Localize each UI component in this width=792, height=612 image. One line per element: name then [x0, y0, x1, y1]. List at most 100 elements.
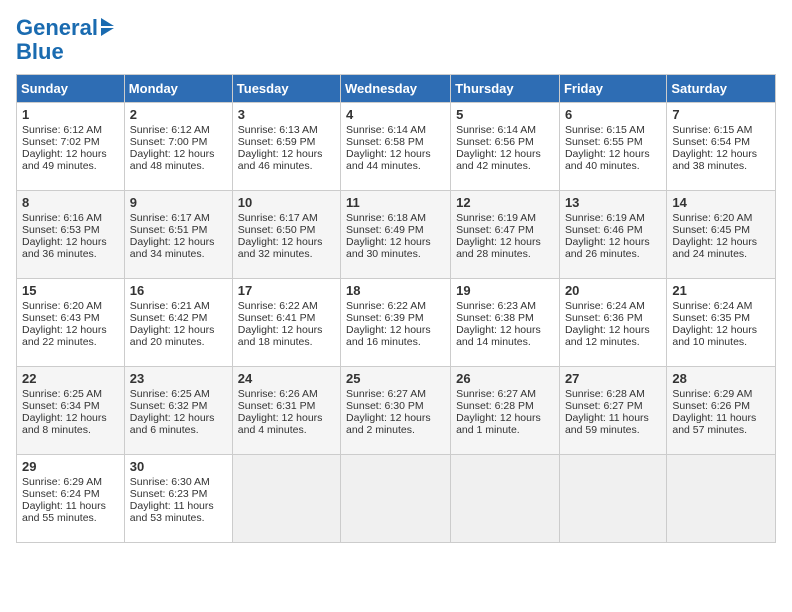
day-number: 27	[565, 371, 661, 386]
calendar-cell: 13 Sunrise: 6:19 AM Sunset: 6:46 PM Dayl…	[559, 191, 666, 279]
sunrise-text: Sunrise: 6:30 AM	[130, 476, 210, 488]
sunset-text: Sunset: 6:31 PM	[238, 400, 316, 412]
sunset-text: Sunset: 6:58 PM	[346, 136, 424, 148]
day-number: 20	[565, 283, 661, 298]
sunset-text: Sunset: 6:43 PM	[22, 312, 100, 324]
sunset-text: Sunset: 6:59 PM	[238, 136, 316, 148]
sunset-text: Sunset: 6:32 PM	[130, 400, 208, 412]
sunset-text: Sunset: 6:54 PM	[672, 136, 750, 148]
calendar-cell: 12 Sunrise: 6:19 AM Sunset: 6:47 PM Dayl…	[451, 191, 560, 279]
day-number: 25	[346, 371, 445, 386]
day-number: 18	[346, 283, 445, 298]
sunset-text: Sunset: 6:34 PM	[22, 400, 100, 412]
daylight-text: Daylight: 11 hours and 57 minutes.	[672, 412, 756, 436]
calendar-cell: 19 Sunrise: 6:23 AM Sunset: 6:38 PM Dayl…	[451, 279, 560, 367]
week-row-4: 22 Sunrise: 6:25 AM Sunset: 6:34 PM Dayl…	[17, 367, 776, 455]
calendar-cell: 15 Sunrise: 6:20 AM Sunset: 6:43 PM Dayl…	[17, 279, 125, 367]
calendar-cell: 8 Sunrise: 6:16 AM Sunset: 6:53 PM Dayli…	[17, 191, 125, 279]
daylight-text: Daylight: 12 hours and 34 minutes.	[130, 236, 215, 260]
daylight-text: Daylight: 11 hours and 53 minutes.	[130, 500, 214, 524]
calendar-cell: 10 Sunrise: 6:17 AM Sunset: 6:50 PM Dayl…	[232, 191, 340, 279]
week-row-2: 8 Sunrise: 6:16 AM Sunset: 6:53 PM Dayli…	[17, 191, 776, 279]
calendar-cell: 26 Sunrise: 6:27 AM Sunset: 6:28 PM Dayl…	[451, 367, 560, 455]
calendar-cell: 28 Sunrise: 6:29 AM Sunset: 6:26 PM Dayl…	[667, 367, 776, 455]
sunrise-text: Sunrise: 6:22 AM	[346, 300, 426, 312]
calendar-cell: 4 Sunrise: 6:14 AM Sunset: 6:58 PM Dayli…	[341, 103, 451, 191]
calendar-cell: 2 Sunrise: 6:12 AM Sunset: 7:00 PM Dayli…	[124, 103, 232, 191]
day-number: 16	[130, 283, 227, 298]
calendar-cell: 5 Sunrise: 6:14 AM Sunset: 6:56 PM Dayli…	[451, 103, 560, 191]
calendar-cell: 20 Sunrise: 6:24 AM Sunset: 6:36 PM Dayl…	[559, 279, 666, 367]
calendar-cell: 30 Sunrise: 6:30 AM Sunset: 6:23 PM Dayl…	[124, 455, 232, 543]
day-number: 17	[238, 283, 335, 298]
calendar-cell: 11 Sunrise: 6:18 AM Sunset: 6:49 PM Dayl…	[341, 191, 451, 279]
day-number: 30	[130, 459, 227, 474]
sunset-text: Sunset: 7:00 PM	[130, 136, 208, 148]
sunrise-text: Sunrise: 6:19 AM	[565, 212, 645, 224]
daylight-text: Daylight: 12 hours and 1 minute.	[456, 412, 541, 436]
sunset-text: Sunset: 6:47 PM	[456, 224, 534, 236]
day-number: 6	[565, 107, 661, 122]
sunset-text: Sunset: 6:35 PM	[672, 312, 750, 324]
day-number: 9	[130, 195, 227, 210]
calendar-cell: 9 Sunrise: 6:17 AM Sunset: 6:51 PM Dayli…	[124, 191, 232, 279]
sunrise-text: Sunrise: 6:21 AM	[130, 300, 210, 312]
daylight-text: Daylight: 11 hours and 55 minutes.	[22, 500, 106, 524]
week-row-3: 15 Sunrise: 6:20 AM Sunset: 6:43 PM Dayl…	[17, 279, 776, 367]
day-number: 3	[238, 107, 335, 122]
day-header-tuesday: Tuesday	[232, 75, 340, 103]
calendar-cell: 25 Sunrise: 6:27 AM Sunset: 6:30 PM Dayl…	[341, 367, 451, 455]
sunrise-text: Sunrise: 6:19 AM	[456, 212, 536, 224]
sunrise-text: Sunrise: 6:13 AM	[238, 124, 318, 136]
day-header-monday: Monday	[124, 75, 232, 103]
sunset-text: Sunset: 6:42 PM	[130, 312, 208, 324]
day-number: 28	[672, 371, 770, 386]
daylight-text: Daylight: 12 hours and 49 minutes.	[22, 148, 107, 172]
sunset-text: Sunset: 6:55 PM	[565, 136, 643, 148]
calendar-cell	[451, 455, 560, 543]
daylight-text: Daylight: 12 hours and 28 minutes.	[456, 236, 541, 260]
daylight-text: Daylight: 12 hours and 12 minutes.	[565, 324, 650, 348]
sunset-text: Sunset: 6:41 PM	[238, 312, 316, 324]
day-number: 1	[22, 107, 119, 122]
calendar-cell: 14 Sunrise: 6:20 AM Sunset: 6:45 PM Dayl…	[667, 191, 776, 279]
sunrise-text: Sunrise: 6:14 AM	[456, 124, 536, 136]
daylight-text: Daylight: 12 hours and 10 minutes.	[672, 324, 757, 348]
sunset-text: Sunset: 7:02 PM	[22, 136, 100, 148]
daylight-text: Daylight: 12 hours and 40 minutes.	[565, 148, 650, 172]
day-number: 21	[672, 283, 770, 298]
logo: General Blue	[16, 16, 114, 64]
calendar-cell: 3 Sunrise: 6:13 AM Sunset: 6:59 PM Dayli…	[232, 103, 340, 191]
sunset-text: Sunset: 6:53 PM	[22, 224, 100, 236]
sunset-text: Sunset: 6:28 PM	[456, 400, 534, 412]
day-number: 13	[565, 195, 661, 210]
day-number: 24	[238, 371, 335, 386]
sunrise-text: Sunrise: 6:23 AM	[456, 300, 536, 312]
daylight-text: Daylight: 12 hours and 42 minutes.	[456, 148, 541, 172]
sunrise-text: Sunrise: 6:29 AM	[22, 476, 102, 488]
daylight-text: Daylight: 12 hours and 18 minutes.	[238, 324, 323, 348]
sunrise-text: Sunrise: 6:26 AM	[238, 388, 318, 400]
daylight-text: Daylight: 12 hours and 36 minutes.	[22, 236, 107, 260]
day-number: 4	[346, 107, 445, 122]
sunset-text: Sunset: 6:51 PM	[130, 224, 208, 236]
daylight-text: Daylight: 12 hours and 4 minutes.	[238, 412, 323, 436]
daylight-text: Daylight: 12 hours and 48 minutes.	[130, 148, 215, 172]
day-number: 2	[130, 107, 227, 122]
sunrise-text: Sunrise: 6:18 AM	[346, 212, 426, 224]
calendar-cell: 21 Sunrise: 6:24 AM Sunset: 6:35 PM Dayl…	[667, 279, 776, 367]
daylight-text: Daylight: 12 hours and 22 minutes.	[22, 324, 107, 348]
sunrise-text: Sunrise: 6:14 AM	[346, 124, 426, 136]
sunrise-text: Sunrise: 6:12 AM	[22, 124, 102, 136]
sunrise-text: Sunrise: 6:27 AM	[456, 388, 536, 400]
day-number: 29	[22, 459, 119, 474]
sunset-text: Sunset: 6:39 PM	[346, 312, 424, 324]
daylight-text: Daylight: 12 hours and 26 minutes.	[565, 236, 650, 260]
sunset-text: Sunset: 6:36 PM	[565, 312, 643, 324]
calendar-cell: 27 Sunrise: 6:28 AM Sunset: 6:27 PM Dayl…	[559, 367, 666, 455]
sunrise-text: Sunrise: 6:12 AM	[130, 124, 210, 136]
sunset-text: Sunset: 6:46 PM	[565, 224, 643, 236]
calendar-table: SundayMondayTuesdayWednesdayThursdayFrid…	[16, 74, 776, 543]
sunset-text: Sunset: 6:23 PM	[130, 488, 208, 500]
day-number: 23	[130, 371, 227, 386]
